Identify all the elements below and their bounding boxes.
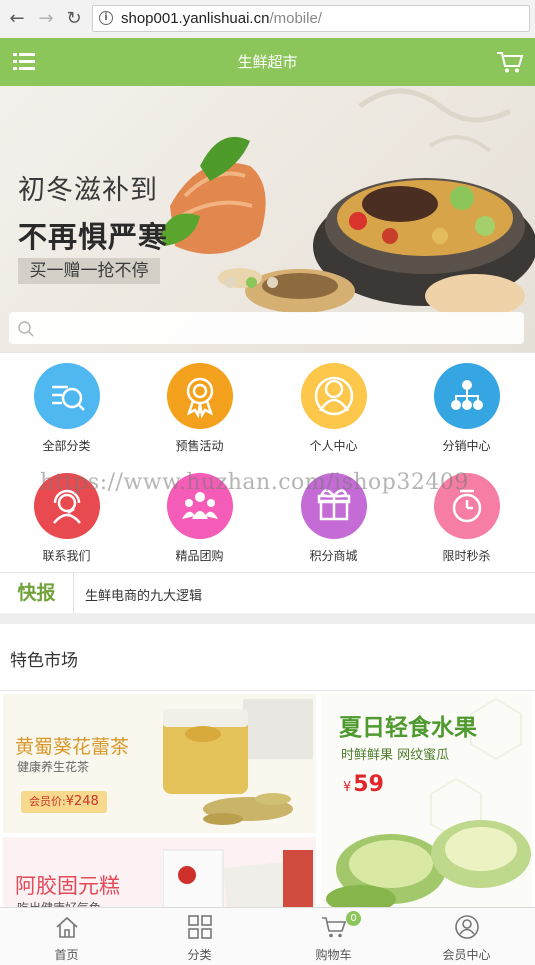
url-host: shop001.yanlishuai.cn	[121, 10, 270, 27]
product-subtitle: 吃出健康好气色	[17, 899, 101, 907]
pagination-dot-active[interactable]	[246, 277, 257, 288]
award-badge-icon	[167, 363, 233, 429]
user-icon	[301, 363, 367, 429]
member-price-tag: 会员价:¥248	[21, 791, 107, 813]
product-title: 阿胶固元糕	[15, 874, 120, 898]
back-arrow-icon[interactable]: ←	[6, 8, 28, 30]
cart-icon[interactable]	[496, 50, 524, 74]
product-subtitle: 健康养生花茶	[17, 760, 90, 774]
tea-jar-image	[163, 699, 313, 825]
featured-cards: 黄蜀葵花蕾茶 健康养生花茶 会员价:¥248 阿胶固元糕 吃出健康好气色 夏日轻…	[0, 691, 535, 907]
search-input[interactable]	[9, 312, 524, 344]
cart-count-badge: 0	[346, 911, 361, 926]
banner-headline-1: 初冬滋补到	[18, 175, 158, 206]
page-title: 生鲜超市	[237, 53, 298, 71]
product-title: 黄蜀葵花蕾茶	[15, 736, 130, 758]
reload-icon[interactable]: ↻	[63, 8, 85, 30]
news-headline[interactable]: 生鲜电商的九大逻辑	[85, 585, 202, 604]
tab-home[interactable]: 首页	[0, 908, 133, 965]
network-icon	[434, 363, 500, 429]
grid-item-label: 精品团购	[175, 549, 224, 563]
grid-icon	[188, 915, 212, 939]
product-title: 夏日轻食水果	[339, 715, 477, 741]
tab-cart[interactable]: 0 购物车	[267, 908, 400, 965]
product-card-tea[interactable]: 黄蜀葵花蕾茶 健康养生花茶 会员价:¥248	[3, 694, 316, 833]
info-icon[interactable]: i	[99, 11, 113, 25]
product-subtitle: 时鲜鲜果 网纹蜜瓜	[341, 748, 450, 763]
search-icon	[18, 321, 34, 337]
watermark-text: https://www.huzhan.com/ishop32409	[40, 470, 469, 495]
price-value: ¥248	[65, 794, 99, 809]
grid-item-all-categories[interactable]: 全部分类	[0, 353, 133, 463]
ejiao-box-image	[163, 849, 313, 907]
tab-category[interactable]: 分类	[133, 908, 266, 965]
grid-item-label: 联系我们	[42, 549, 91, 563]
tab-label: 会员中心	[442, 948, 491, 962]
app-header: 生鲜超市	[0, 38, 535, 86]
featured-section-header: 特色市场	[0, 624, 535, 691]
browser-toolbar: ← → ↻ i shop001.yanlishuai.cn/mobile/	[0, 0, 535, 39]
section-title: 特色市场	[10, 651, 78, 671]
grid-item-label: 预售活动	[175, 439, 224, 453]
tab-label: 购物车	[315, 948, 352, 962]
cart-icon	[322, 917, 347, 938]
banner-headline-2: 不再惧严寒	[18, 220, 169, 254]
all-categories-icon	[34, 363, 100, 429]
category-grid: 全部分类 预售活动 个人中心 分销中心 联系我们 精品团购 积分商城 限时秒杀	[0, 352, 535, 573]
url-text: shop001.yanlishuai.cn/mobile/	[121, 10, 322, 27]
bottom-tab-bar: 首页 分类 0 购物车 会员中心	[0, 907, 535, 965]
address-bar[interactable]: i shop001.yanlishuai.cn/mobile/	[92, 5, 530, 32]
pagination-dot[interactable]	[267, 277, 278, 288]
user-icon	[455, 915, 479, 939]
grid-item-label: 限时秒杀	[442, 549, 491, 563]
product-card-melon[interactable]: 夏日轻食水果 时鲜鲜果 网纹蜜瓜 ¥59	[321, 694, 532, 907]
forward-arrow-icon[interactable]: →	[35, 8, 57, 30]
grid-item-label: 全部分类	[42, 439, 91, 453]
product-price: ¥59	[343, 772, 384, 797]
tab-label: 分类	[187, 948, 212, 962]
grid-item-distribution-center[interactable]: 分销中心	[400, 353, 533, 463]
price-symbol: ¥	[343, 780, 352, 795]
grid-item-presale[interactable]: 预售活动	[133, 353, 266, 463]
banner-pagination	[225, 273, 288, 292]
product-card-ejiao[interactable]: 阿胶固元糕 吃出健康好气色	[3, 837, 316, 907]
grid-item-personal-center[interactable]: 个人中心	[267, 353, 400, 463]
promo-banner[interactable]: 初冬滋补到 不再惧严寒 买一赠一抢不停	[0, 86, 535, 352]
price-value: 59	[353, 772, 384, 797]
grid-item-label: 积分商城	[309, 549, 358, 563]
price-label: 会员价:	[29, 795, 66, 808]
tab-label: 首页	[54, 948, 79, 962]
url-path: /mobile/	[269, 10, 322, 27]
tab-member[interactable]: 会员中心	[400, 908, 533, 965]
banner-slogan: 买一赠一抢不停	[18, 258, 160, 284]
grid-item-label: 分销中心	[442, 439, 491, 453]
news-tag: 快报	[0, 573, 74, 613]
grid-item-label: 个人中心	[309, 439, 358, 453]
news-ticker[interactable]: 快报 生鲜电商的九大逻辑	[0, 572, 535, 613]
pagination-dot[interactable]	[225, 277, 236, 288]
home-icon	[56, 916, 78, 938]
